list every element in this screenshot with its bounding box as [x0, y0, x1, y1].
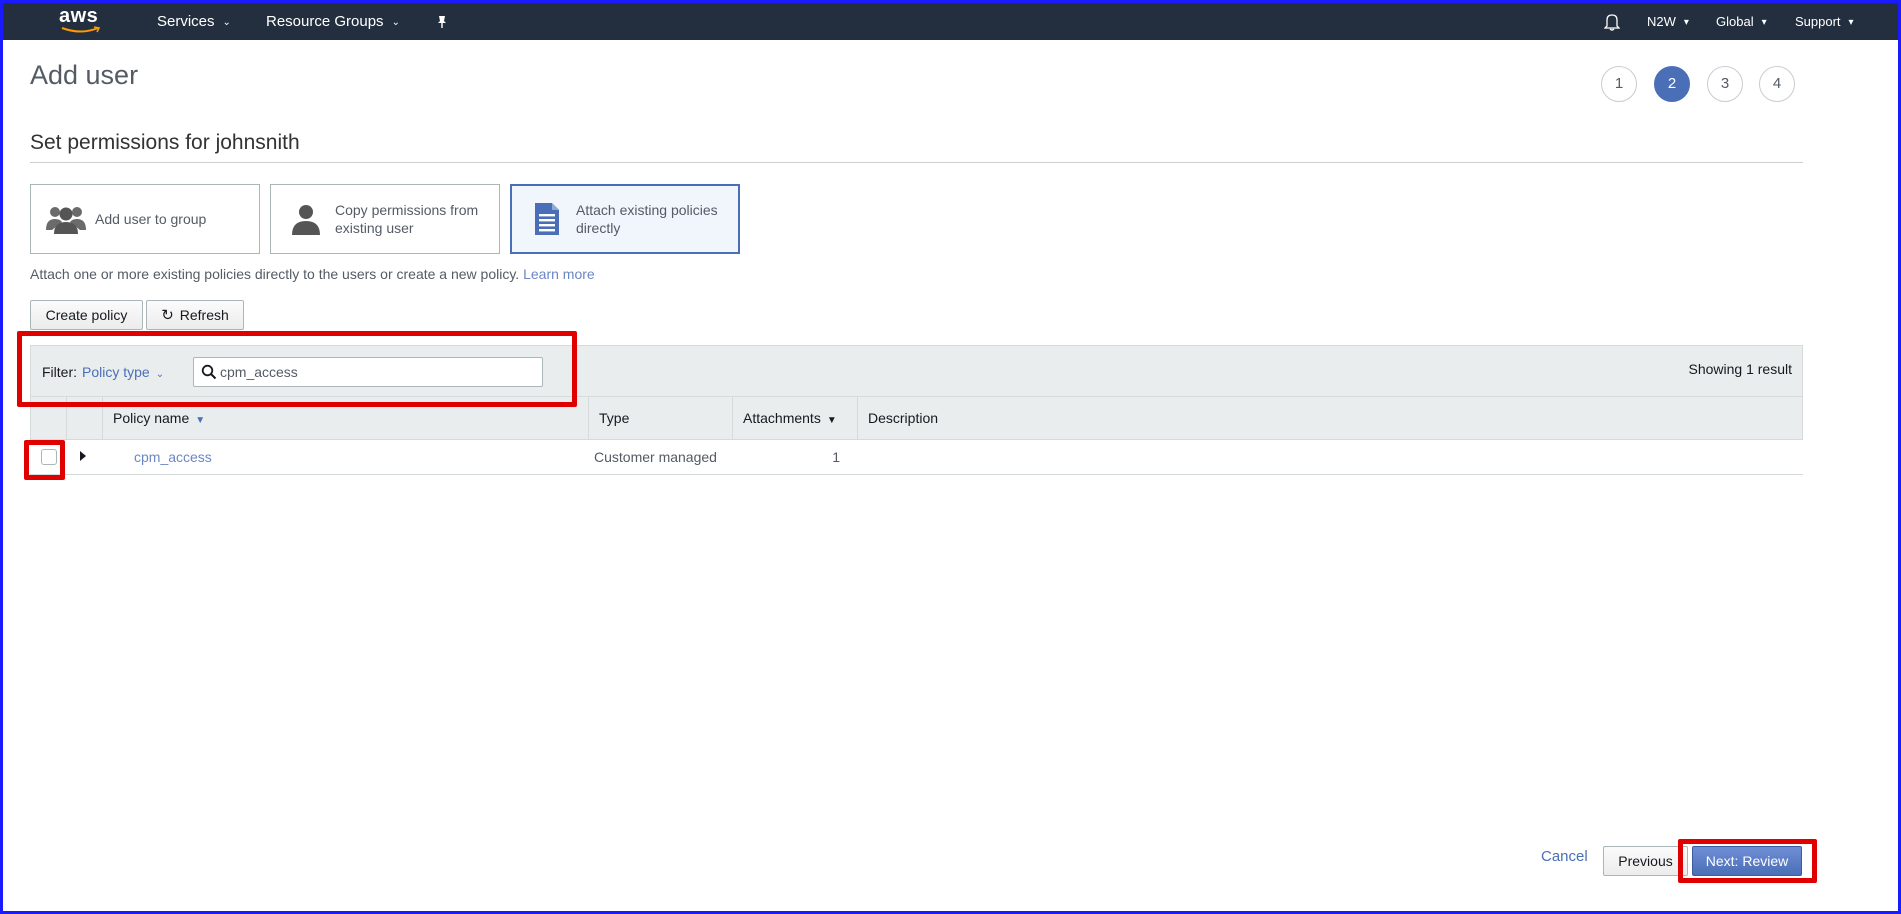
page-title: Add user — [30, 60, 139, 90]
cancel-button[interactable]: Cancel — [1541, 848, 1588, 865]
section-divider — [30, 162, 1803, 163]
user-icon — [283, 199, 329, 239]
aws-smile-icon — [61, 26, 101, 33]
checkbox-highlight-box — [24, 440, 65, 480]
step-3: 3 — [1707, 66, 1743, 102]
column-label: Attachments — [743, 410, 821, 426]
option-label: Copy permissions from existing user — [335, 202, 479, 236]
table-row: cpm_access Customer managed 1 — [30, 440, 1803, 475]
column-description[interactable]: Description — [857, 397, 1803, 439]
refresh-label: Refresh — [179, 307, 229, 323]
chevron-down-icon: ⌄ — [391, 17, 400, 28]
option-label: Add user to group — [95, 211, 207, 227]
option-label: Attach existing policies directly — [576, 202, 718, 236]
step-2: 2 — [1654, 66, 1690, 102]
support-menu[interactable]: Support ▾ — [1795, 3, 1854, 40]
result-count: Showing 1 result — [1688, 361, 1792, 377]
previous-button[interactable]: Previous — [1603, 846, 1688, 876]
column-label: Type — [599, 410, 630, 426]
create-policy-button[interactable]: Create policy — [30, 300, 143, 330]
policy-type-cell: Customer managed — [594, 449, 717, 465]
region-menu[interactable]: Global ▾ — [1716, 3, 1767, 40]
refresh-button[interactable]: ↻ Refresh — [146, 300, 244, 330]
option-attach-policies[interactable]: Attach existing policies directly — [510, 184, 740, 254]
step-1: 1 — [1601, 66, 1637, 102]
helper-text: Attach one or more existing policies dir… — [30, 266, 595, 282]
column-attachments[interactable]: Attachments ▼ — [732, 397, 857, 439]
helper-description: Attach one or more existing policies dir… — [30, 266, 520, 282]
column-label: Policy name — [113, 410, 190, 426]
region-label: Global — [1716, 14, 1754, 29]
pin-icon[interactable] — [435, 3, 449, 40]
chevron-down-icon: ⌄ — [222, 17, 231, 28]
account-label: N2W — [1647, 14, 1676, 29]
next-button-highlight-box — [1678, 839, 1817, 883]
refresh-icon: ↻ — [161, 307, 174, 324]
sort-down-icon: ▼ — [826, 415, 837, 426]
aws-logo-text: aws — [59, 5, 99, 27]
step-4: 4 — [1759, 66, 1795, 102]
document-icon — [524, 199, 570, 239]
support-label: Support — [1795, 14, 1841, 29]
policy-name-link[interactable]: cpm_access — [134, 440, 212, 475]
services-label: Services — [157, 13, 215, 30]
chevron-down-icon: ▾ — [1683, 17, 1689, 28]
option-copy-permissions[interactable]: Copy permissions from existing user — [270, 184, 500, 254]
group-icon — [43, 199, 89, 239]
attachments-cell: 1 — [832, 449, 840, 465]
top-nav: aws Services ⌄ Resource Groups ⌄ N2W ▾ Glob… — [3, 3, 1898, 40]
section-title: Set permissions for johnsnith — [30, 131, 300, 154]
option-add-user-to-group[interactable]: Add user to group — [30, 184, 260, 254]
expand-row-icon[interactable] — [80, 451, 86, 461]
services-menu[interactable]: Services ⌄ — [157, 3, 231, 40]
chevron-down-icon: ▾ — [1761, 17, 1767, 28]
resource-groups-menu[interactable]: Resource Groups ⌄ — [266, 3, 400, 40]
account-menu[interactable]: N2W ▾ — [1647, 3, 1689, 40]
resource-groups-label: Resource Groups — [266, 13, 384, 30]
column-type[interactable]: Type — [588, 397, 732, 439]
sort-down-icon: ▼ — [195, 415, 206, 426]
learn-more-link[interactable]: Learn more — [523, 266, 595, 282]
chevron-down-icon: ▾ — [1848, 17, 1854, 28]
aws-logo[interactable]: aws — [59, 6, 111, 36]
filter-highlight-box — [17, 331, 577, 407]
column-label: Description — [868, 410, 939, 426]
bell-icon[interactable] — [1603, 3, 1621, 40]
